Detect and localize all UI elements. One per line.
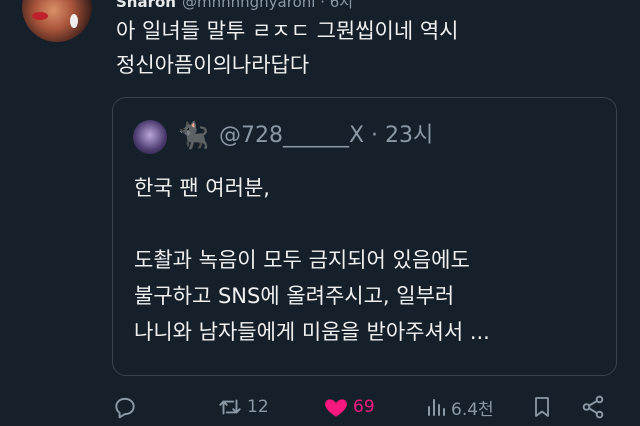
like-count: 69 [353,397,375,417]
retweet-icon [219,399,241,415]
like-button[interactable]: 69 [322,394,375,420]
quoted-text-line: 한국 팬 여러분, [134,176,270,200]
share-button[interactable] [580,394,606,420]
black-cat-emoji: 🐈‍⬛ [177,121,210,151]
bookmark-button[interactable] [530,394,554,420]
quoted-text-line: 나니와 남자들에게 미움을 받아주셔서 ... [134,320,490,344]
tweet-text: 아 일녀들 말투 ㄹㅈㄷ 그뭔씹이네 역시 정신아픔이의나라답다 [116,14,616,82]
author-name[interactable]: Sharon [116,0,176,11]
retweet-button[interactable]: 12 [216,394,269,420]
quoted-tweet[interactable]: 🐈‍⬛ @728______X · 23시 한국 팬 여러분, 도촬과 녹음이 … [112,97,617,376]
views-count: 6.4천 [451,399,494,420]
tweet-text-line: 정신아픔이의나라답다 [116,53,310,77]
quoted-text-line: 도촬과 녹음이 모두 금지되어 있음에도 [134,248,470,272]
heart-icon [325,399,347,417]
author-avatar[interactable] [22,0,92,42]
author-handle[interactable]: @mhhhnghyaroni · 6시 [182,0,353,11]
reply-button[interactable] [112,394,138,420]
quoted-author-avatar [133,120,167,154]
tweet-text-line: 아 일녀들 말투 ㄹㅈㄷ 그뭔씹이네 역시 [116,19,459,43]
views-icon [428,399,445,416]
share-icon [582,395,604,419]
bookmark-icon [535,397,549,417]
quoted-text: 한국 팬 여러분, 도촬과 녹음이 모두 금지되어 있음에도 불구하고 SNS에… [134,170,604,350]
action-bar: 12 69 6.4천 [0,392,640,426]
quoted-handle-time: @728______X · 23시 [219,123,434,148]
retweet-count: 12 [247,397,269,417]
views-button[interactable]: 6.4천 [424,394,494,420]
quoted-text-line: 불구하고 SNS에 올려주시고, 일부러 [134,284,455,308]
reply-icon [115,397,135,419]
tweet-header: Sharon @mhhhnghyaroni · 6시 [116,0,353,11]
quoted-text-line [134,206,604,242]
